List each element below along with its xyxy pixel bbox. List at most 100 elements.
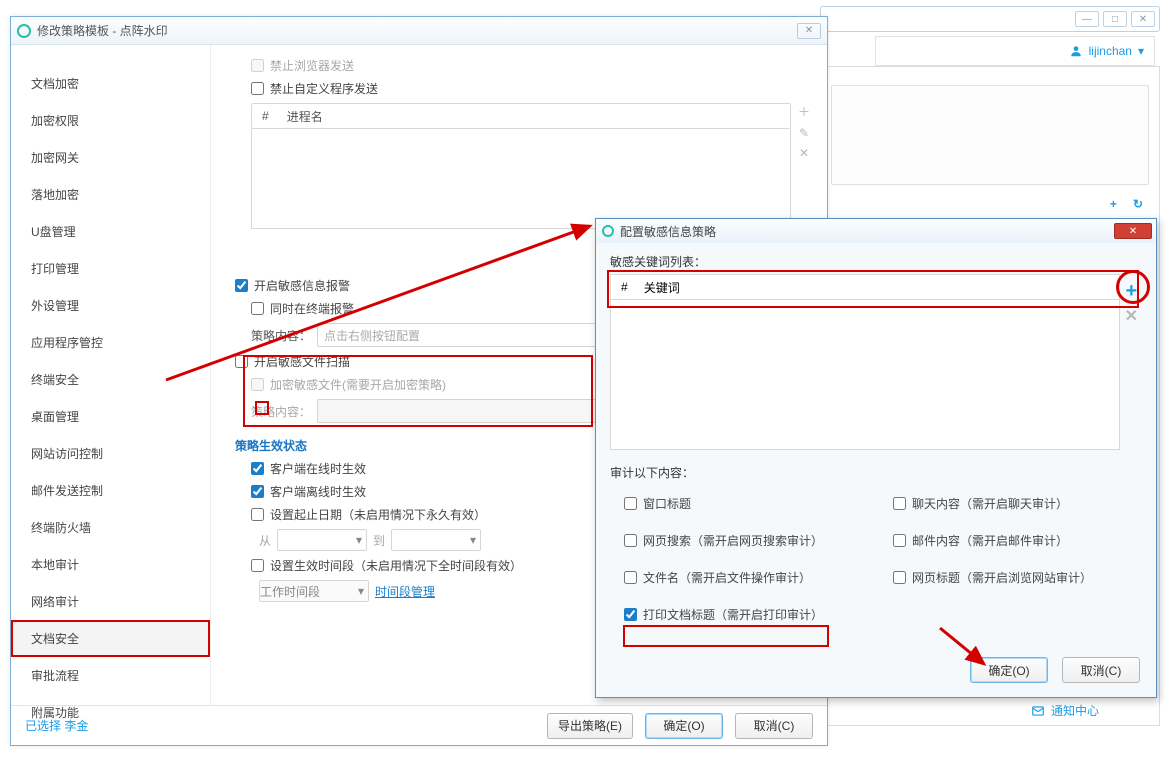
lbl-mail: 邮件内容（需开启邮件审计）	[912, 532, 1068, 549]
cb-time-period[interactable]	[251, 559, 264, 572]
sensitive-config-dialog: 配置敏感信息策略 ✕ 敏感关键词列表： # 关键词 + ✕ 审计以下内容： 窗口…	[595, 218, 1157, 698]
cb-win-title[interactable]	[624, 497, 637, 510]
chevron-down-icon: ▾	[1138, 44, 1144, 58]
lbl-period: 设置生效时间段（未启用情况下全时间段有效）	[270, 557, 522, 574]
lbl-policy-content: 策略内容：	[251, 327, 311, 344]
cb-date-range[interactable]	[251, 508, 264, 521]
cb-sens-alert[interactable]	[235, 279, 248, 292]
cb-browser-send[interactable]	[251, 59, 264, 72]
add-icon[interactable]: ＋	[798, 103, 810, 120]
status-text: 已选择 李金	[25, 717, 88, 734]
sidebar-item-firewall[interactable]: 终端防火墙	[11, 509, 210, 546]
edit-icon[interactable]: ✎	[799, 126, 809, 140]
ok-button[interactable]: 确定(O)	[645, 713, 723, 739]
sidebar-item-approval[interactable]: 审批流程	[11, 657, 210, 694]
dialog-titlebar[interactable]: 配置敏感信息策略 ✕	[596, 219, 1156, 243]
col-proc: 进程名	[287, 108, 323, 125]
add-icon[interactable]: +	[1110, 197, 1117, 211]
maximize-icon[interactable]: □	[1103, 11, 1127, 27]
refresh-icon[interactable]: ↻	[1133, 197, 1143, 211]
lbl-sens-scan: 开启敏感文件扫描	[254, 353, 350, 370]
date-from-input[interactable]: ▾	[277, 529, 367, 551]
period-manage-link[interactable]: 时间段管理	[375, 583, 435, 600]
keyword-table-body[interactable]	[610, 300, 1120, 450]
sidebar-item-doc-encrypt[interactable]: 文档加密	[11, 65, 210, 102]
sidebar-item-app-control[interactable]: 应用程序管控	[11, 324, 210, 361]
notif-label: 通知中心	[1051, 702, 1099, 719]
cb-term-alert[interactable]	[251, 302, 264, 315]
period-select[interactable]: 工作时间段▾	[259, 580, 369, 602]
dialog-title: 配置敏感信息策略	[620, 223, 716, 240]
cancel-button[interactable]: 取消(C)	[735, 713, 813, 739]
lbl-web-search: 网页搜索（需开启网页搜索审计）	[643, 532, 823, 549]
notification-center[interactable]: 通知中心	[1031, 702, 1099, 719]
cb-browser-label: 禁止浏览器发送	[270, 57, 354, 74]
policy-content-placeholder: 点击右侧按钮配置	[324, 327, 420, 344]
parent-window-controls: — □ ✕	[820, 6, 1160, 32]
lbl-term-alert: 同时在终端报警	[270, 300, 354, 317]
sidebar-item-net-audit[interactable]: 网络审计	[11, 583, 210, 620]
cb-chat[interactable]	[893, 497, 906, 510]
app-logo-icon	[602, 225, 614, 237]
minimize-icon[interactable]: —	[1075, 11, 1099, 27]
sidebar-item-local-audit[interactable]: 本地审计	[11, 546, 210, 583]
process-table-header: # 进程名	[251, 103, 791, 129]
sidebar-item-encrypt-perm[interactable]: 加密权限	[11, 102, 210, 139]
sidebar-item-peripheral[interactable]: 外设管理	[11, 287, 210, 324]
audit-heading: 审计以下内容：	[610, 464, 1142, 481]
cb-custom-label: 禁止自定义程序发送	[270, 80, 378, 97]
keyword-list-label: 敏感关键词列表：	[610, 253, 1142, 270]
cb-print-title[interactable]	[624, 608, 637, 621]
cb-offline[interactable]	[251, 485, 264, 498]
lbl-filename: 文件名（需开启文件操作审计）	[643, 569, 811, 586]
main-footer: 已选择 李金 导出策略(E) 确定(O) 取消(C)	[11, 705, 827, 745]
lbl-policy-content2: 策略内容：	[251, 403, 311, 420]
lbl-offline: 客户端离线时生效	[270, 483, 366, 500]
dialog-cancel-button[interactable]: 取消(C)	[1062, 657, 1140, 683]
sidebar-item-usb[interactable]: U盘管理	[11, 213, 210, 250]
lbl-date: 设置起止日期（未启用情况下永久有效）	[270, 506, 486, 523]
cb-web-title[interactable]	[893, 571, 906, 584]
lbl-sens-alert: 开启敏感信息报警	[254, 277, 350, 294]
sidebar-item-desktop[interactable]: 桌面管理	[11, 398, 210, 435]
lbl-online: 客户端在线时生效	[270, 460, 366, 477]
export-button[interactable]: 导出策略(E)	[547, 713, 633, 739]
sidebar-item-web-access[interactable]: 网站访问控制	[11, 435, 210, 472]
keyword-table-header: # 关键词	[610, 274, 1120, 300]
remove-keyword-icon[interactable]: ✕	[1125, 309, 1138, 325]
cb-custom-send[interactable]	[251, 82, 264, 95]
mail-icon	[1031, 704, 1045, 718]
lbl-enc-sens: 加密敏感文件(需要开启加密策略)	[270, 376, 446, 393]
date-to-input[interactable]: ▾	[391, 529, 481, 551]
cb-enc-sens[interactable]	[251, 378, 264, 391]
sidebar-item-doc-security[interactable]: 文档安全	[11, 620, 210, 657]
cb-web-search[interactable]	[624, 534, 637, 547]
delete-icon[interactable]: ✕	[799, 146, 809, 160]
sidebar: 文档加密 加密权限 加密网关 落地加密 U盘管理 打印管理 外设管理 应用程序管…	[11, 45, 211, 705]
close-icon[interactable]: ✕	[1131, 11, 1155, 27]
sidebar-item-print[interactable]: 打印管理	[11, 250, 210, 287]
titlebar[interactable]: 修改策略模板 - 点阵水印 ✕	[11, 17, 827, 45]
lbl-from: 从	[259, 532, 271, 549]
add-keyword-icon[interactable]: +	[1125, 281, 1137, 301]
user-chip[interactable]: lijinchan ▾	[875, 36, 1155, 66]
window-title: 修改策略模板 - 点阵水印	[37, 22, 168, 39]
process-table-body[interactable]	[251, 129, 791, 229]
col-hash: #	[262, 109, 269, 123]
sidebar-item-mail-send[interactable]: 邮件发送控制	[11, 472, 210, 509]
cb-filename[interactable]	[624, 571, 637, 584]
user-icon	[1069, 44, 1083, 58]
cb-sens-scan[interactable]	[235, 355, 248, 368]
cb-mail[interactable]	[893, 534, 906, 547]
period-select-value: 工作时间段	[260, 583, 320, 600]
close-icon[interactable]: ✕	[1114, 223, 1152, 239]
col-hash: #	[621, 280, 628, 294]
cb-online[interactable]	[251, 462, 264, 475]
close-icon[interactable]: ✕	[797, 23, 821, 39]
col-keyword: 关键词	[644, 279, 680, 296]
sidebar-item-land-encrypt[interactable]: 落地加密	[11, 176, 210, 213]
sidebar-item-encrypt-gateway[interactable]: 加密网关	[11, 139, 210, 176]
sidebar-item-terminal-sec[interactable]: 终端安全	[11, 361, 210, 398]
user-name: lijinchan	[1089, 44, 1132, 58]
dialog-ok-button[interactable]: 确定(O)	[970, 657, 1048, 683]
